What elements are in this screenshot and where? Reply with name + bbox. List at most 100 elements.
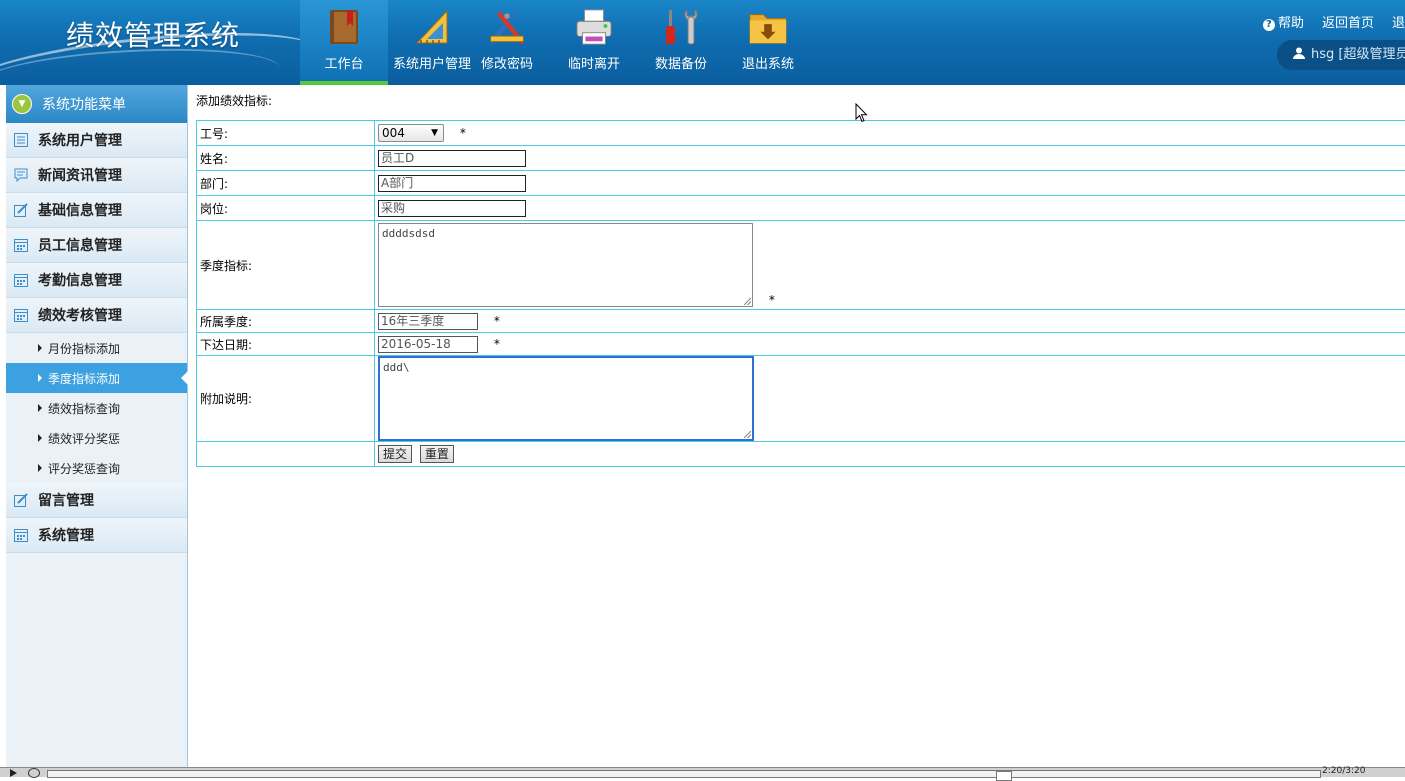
sidebar-subitem-monthly-target[interactable]: 月份指标添加 (6, 333, 187, 363)
caret-right-icon (38, 464, 42, 472)
required-mark: * (494, 337, 500, 351)
required-mark: * (494, 314, 500, 328)
user-icon (1293, 47, 1305, 59)
sidebar-item-performance[interactable]: 绩效考核管理 (6, 298, 187, 333)
home-link[interactable]: 返回首页 (1322, 12, 1374, 31)
form-row-issue-date: 下达日期: 2016-05-18 * (197, 333, 1405, 356)
dept-field[interactable]: A部门 (378, 175, 526, 192)
nav-logout-system[interactable]: 退出系统 (712, 0, 824, 85)
form-row-dept: 部门: A部门 (197, 171, 1405, 196)
main-content: 添加绩效指标: 工号: 004▼ * 姓名: 员工D 部门: A部门 岗位: 采… (188, 85, 1405, 767)
ruler-icon (412, 7, 452, 47)
edit-icon (14, 203, 28, 217)
top-links: ?帮助 返回首页 退 (1263, 12, 1405, 31)
sidebar-subitem-target-query[interactable]: 绩效指标查询 (6, 393, 187, 423)
top-nav: 工作台 系统用户管理 修改密码 临时离开 数据备份 (300, 0, 824, 85)
nav-change-password[interactable]: 修改密码 (476, 0, 538, 85)
sidebar-subitem-scoring[interactable]: 绩效评分奖惩 (6, 423, 187, 453)
resize-grip-icon[interactable] (744, 431, 751, 438)
quarter-field[interactable]: 16年三季度 (378, 313, 478, 330)
calendar-icon (14, 308, 28, 322)
issue-date-field[interactable]: 2016-05-18 (378, 336, 478, 353)
folder-icon (748, 7, 788, 47)
sidebar-item-messages[interactable]: 留言管理 (6, 483, 187, 518)
note-textarea[interactable]: ddd\ (378, 356, 754, 441)
dept-label: 部门: (197, 171, 375, 196)
calendar-icon (14, 238, 28, 252)
employee-id-select[interactable]: 004▼ (378, 124, 444, 142)
nav-workbench[interactable]: 工作台 (300, 0, 388, 85)
quarter-target-textarea[interactable]: ddddsdsd (378, 223, 753, 307)
mouse-cursor-icon (855, 103, 868, 123)
caret-right-icon (38, 434, 42, 442)
sidebar-subitem-quarterly-target[interactable]: 季度指标添加 (6, 363, 187, 393)
performance-submenu: 月份指标添加 季度指标添加 绩效指标查询 绩效评分奖惩 评分奖惩查询 (6, 333, 187, 483)
post-field[interactable]: 采购 (378, 200, 526, 217)
resize-grip-icon[interactable] (744, 298, 751, 305)
required-mark: * (769, 293, 775, 307)
wrench-icon (661, 7, 701, 47)
seek-thumb[interactable] (996, 771, 1012, 781)
app-title: 绩效管理系统 (66, 14, 240, 54)
quarter-target-label: 季度指标: (197, 221, 375, 310)
nav-label: 临时离开 (568, 53, 620, 72)
caret-right-icon (38, 404, 42, 412)
top-header: 绩效管理系统 工作台 系统用户管理 修改密码 临时离开 (0, 0, 1405, 85)
seek-track[interactable] (47, 770, 1321, 778)
employee-id-cell: 004▼ * (375, 121, 1405, 146)
sidebar: ▼ 系统功能菜单 系统用户管理 新闻资讯管理 基础信息管理 员工信息管理 考勤信… (6, 85, 188, 767)
sidebar-item-system[interactable]: 系统管理 (6, 518, 187, 553)
help-icon: ? (1263, 19, 1275, 31)
book-icon (324, 7, 364, 47)
sidebar-header[interactable]: ▼ 系统功能菜单 (6, 85, 187, 123)
help-link[interactable]: ?帮助 (1263, 12, 1304, 31)
nav-label: 修改密码 (481, 53, 533, 72)
user-info: hsg [超级管理员] (1277, 40, 1405, 70)
sidebar-subitem-scoring-query[interactable]: 评分奖惩查询 (6, 453, 187, 483)
performance-form: 工号: 004▼ * 姓名: 员工D 部门: A部门 岗位: 采购 季度指标: … (196, 120, 1405, 467)
sidebar-item-basic-info[interactable]: 基础信息管理 (6, 193, 187, 228)
quarter-label: 所属季度: (197, 310, 375, 333)
submit-button[interactable]: 提交 (378, 445, 412, 463)
sidebar-item-user-management[interactable]: 系统用户管理 (6, 123, 187, 158)
list-icon (14, 133, 28, 147)
name-label: 姓名: (197, 146, 375, 171)
form-row-employee-id: 工号: 004▼ * (197, 121, 1405, 146)
volume-icon[interactable] (28, 768, 40, 778)
calendar-icon (14, 528, 28, 542)
employee-id-label: 工号: (197, 121, 375, 146)
form-row-actions: 提交 重置 (197, 442, 1405, 467)
calendar-icon (14, 273, 28, 287)
sidebar-item-attendance[interactable]: 考勤信息管理 (6, 263, 187, 298)
edit-icon (14, 493, 28, 507)
form-title: 添加绩效指标: (196, 92, 272, 109)
nav-label: 退出系统 (742, 53, 794, 72)
nav-label: 系统用户管理 (393, 53, 471, 72)
required-mark: * (460, 126, 466, 140)
nav-label: 工作台 (324, 53, 363, 72)
dropdown-arrow-icon: ▼ (431, 125, 438, 141)
player-time: 2:20/3:20 (1322, 766, 1365, 776)
reset-button[interactable]: 重置 (420, 445, 454, 463)
caret-right-icon (38, 344, 42, 352)
form-row-post: 岗位: 采购 (197, 196, 1405, 221)
printer-icon (574, 7, 614, 47)
issue-date-label: 下达日期: (197, 333, 375, 356)
form-row-name: 姓名: 员工D (197, 146, 1405, 171)
nav-data-backup[interactable]: 数据备份 (650, 0, 712, 85)
chevron-down-icon: ▼ (12, 94, 32, 114)
nav-label: 数据备份 (655, 53, 707, 72)
form-row-note: 附加说明: ddd\ (197, 356, 1405, 442)
form-row-quarter-target: 季度指标: ddddsdsd * (197, 221, 1405, 310)
tools-icon (487, 7, 527, 47)
sidebar-item-news-management[interactable]: 新闻资讯管理 (6, 158, 187, 193)
sidebar-item-employee-info[interactable]: 员工信息管理 (6, 228, 187, 263)
nav-temporary-leave[interactable]: 临时离开 (538, 0, 650, 85)
caret-right-icon (38, 374, 42, 382)
post-label: 岗位: (197, 196, 375, 221)
nav-user-management[interactable]: 系统用户管理 (388, 0, 476, 85)
name-field[interactable]: 员工D (378, 150, 526, 167)
comment-icon (14, 168, 28, 182)
note-label: 附加说明: (197, 356, 375, 442)
logout-link[interactable]: 退 (1392, 12, 1405, 31)
